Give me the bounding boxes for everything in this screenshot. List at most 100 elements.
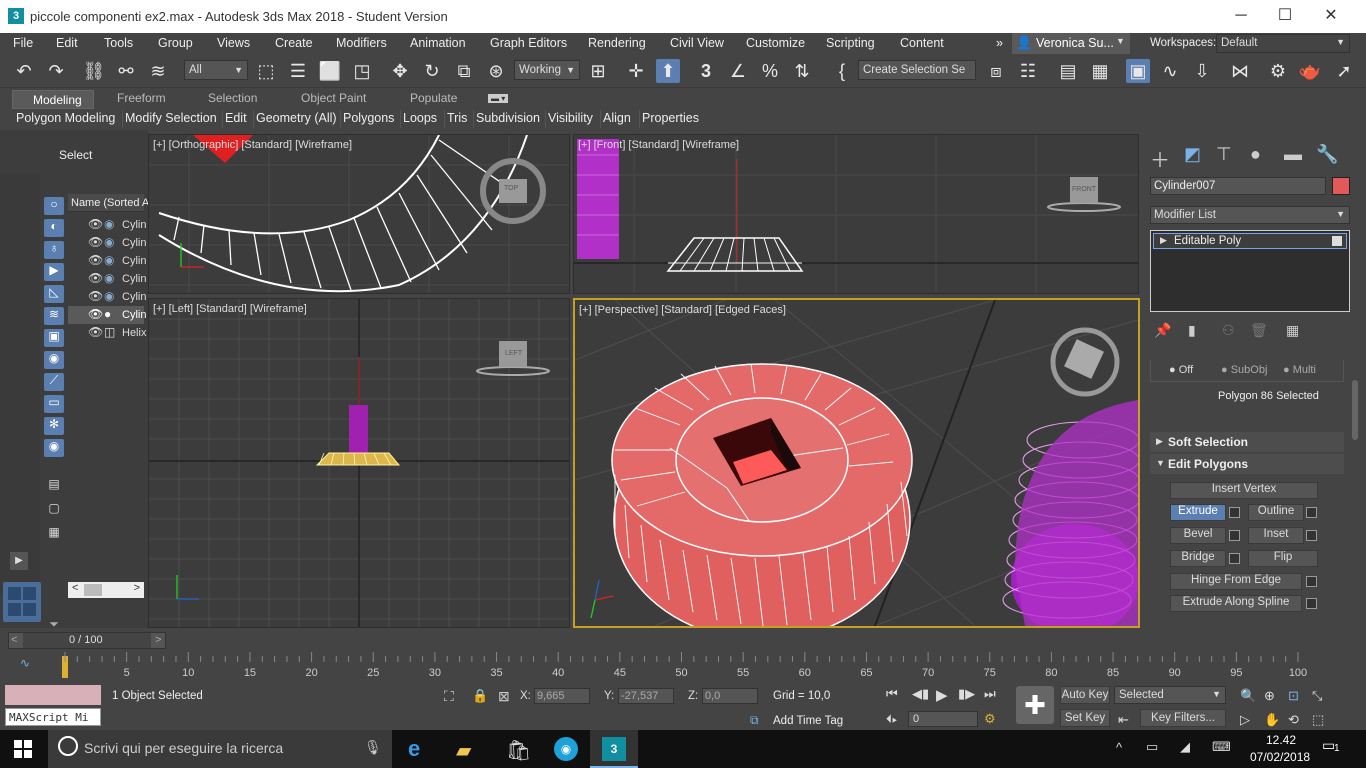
- make-unique-icon[interactable]: ⚇: [1222, 322, 1235, 339]
- previous-frame-icon[interactable]: ◀▮: [912, 686, 929, 702]
- modifier-list-dropdown[interactable]: Modifier List ▼: [1150, 206, 1350, 224]
- placement-icon[interactable]: ⊛: [484, 59, 508, 83]
- outline-settings-button[interactable]: [1306, 507, 1317, 518]
- selection-filter-dropdown[interactable]: All ▼: [184, 60, 248, 80]
- scene-column-header[interactable]: Name (Sorted A: [68, 194, 149, 212]
- bind-spacewarp-icon[interactable]: ≋: [146, 59, 170, 83]
- windows-start-icon[interactable]: [14, 740, 32, 758]
- menu-views[interactable]: Views: [217, 36, 250, 50]
- expand-panel-icon[interactable]: ▶: [10, 552, 28, 570]
- window-crossing-icon[interactable]: ◳: [350, 59, 374, 83]
- viewcube-left-face[interactable]: LEFT: [505, 350, 522, 357]
- zoom-extents-all-icon[interactable]: ⤡: [1312, 688, 1322, 704]
- time-slider[interactable]: < 0 / 100 >: [8, 632, 166, 649]
- tab-freeform[interactable]: Freeform: [117, 91, 166, 105]
- reference-coord-dropdown[interactable]: Working ▼: [514, 60, 580, 80]
- tab-populate[interactable]: Populate: [410, 91, 457, 105]
- radio-subobj[interactable]: ● SubObj: [1221, 364, 1267, 376]
- maximize-button[interactable]: ☐: [1262, 4, 1308, 28]
- radio-off[interactable]: ● Off: [1169, 364, 1193, 376]
- display-xrefs-icon[interactable]: ◉: [44, 351, 64, 369]
- align-icon[interactable]: ☷: [1016, 59, 1040, 83]
- rollout-soft-selection[interactable]: ▶ Soft Selection: [1150, 432, 1344, 452]
- ribbon-properties[interactable]: Properties: [639, 110, 701, 128]
- menu-animation[interactable]: Animation: [410, 36, 466, 50]
- link-icon[interactable]: ⛓: [82, 59, 106, 83]
- maxscript-listener[interactable]: [5, 685, 101, 705]
- user-account[interactable]: 👤 Veronica Su... ▼: [1012, 33, 1130, 54]
- select-object-icon[interactable]: ⬚: [254, 59, 278, 83]
- panel-scrollbar[interactable]: [1352, 380, 1358, 440]
- rect-selection-icon[interactable]: ⬜: [318, 59, 342, 83]
- stack-item-toggle[interactable]: [1332, 236, 1342, 246]
- auto-key-button[interactable]: Auto Key: [1060, 686, 1110, 704]
- time-slider-prev-icon[interactable]: <: [11, 634, 17, 646]
- battery-icon[interactable]: ▭: [1146, 739, 1158, 755]
- keyboard-shortcut-override-icon[interactable]: ⬆: [656, 59, 680, 83]
- display-spacewarps-icon[interactable]: ≋: [44, 307, 64, 325]
- rollout-edit-polygons[interactable]: ▼ Edit Polygons: [1150, 454, 1344, 474]
- viewport-layout-icon[interactable]: [3, 582, 41, 622]
- display-geometry-icon[interactable]: ○: [44, 197, 64, 215]
- isolate-selection-icon[interactable]: ⛶: [444, 688, 454, 705]
- modify-tab-icon[interactable]: ◩: [1184, 144, 1201, 165]
- stack-item-editable-poly[interactable]: ▶ Editable Poly: [1153, 233, 1347, 249]
- mirror-icon[interactable]: ⧈: [984, 59, 1008, 83]
- object-color-swatch[interactable]: [1332, 177, 1350, 195]
- inset-settings-button[interactable]: [1306, 530, 1317, 541]
- extrude-button[interactable]: Extrude: [1170, 504, 1226, 521]
- rotate-icon[interactable]: ↻: [420, 59, 444, 83]
- list-view-icon[interactable]: ▤: [45, 477, 63, 493]
- layer-explorer-icon[interactable]: ▦: [1088, 59, 1112, 83]
- display-shapes-icon[interactable]: ◐: [44, 219, 64, 237]
- tab-modeling[interactable]: Modeling: [12, 90, 94, 109]
- select-all-icon[interactable]: ▢: [45, 501, 63, 517]
- inset-button[interactable]: Inset: [1248, 527, 1304, 544]
- select-manipulate-icon[interactable]: ✛: [624, 59, 648, 83]
- list-item[interactable]: 👁 ◉ Cylin: [68, 252, 146, 270]
- viewport-front-label[interactable]: [+] [Front] [Standard] [Wireframe]: [578, 139, 739, 151]
- file-explorer-icon[interactable]: ▰: [456, 738, 471, 763]
- render-icon[interactable]: ➚: [1332, 59, 1356, 83]
- absolute-mode-icon[interactable]: ⊠: [498, 688, 510, 705]
- show-end-result-icon[interactable]: ▮: [1188, 322, 1196, 339]
- radio-multi[interactable]: ● Multi: [1283, 364, 1316, 376]
- display-particles-icon[interactable]: ✻: [44, 417, 64, 435]
- ribbon-modify-selection[interactable]: Modify Selection: [122, 110, 219, 128]
- selection-lock-icon[interactable]: 🔒: [472, 688, 488, 704]
- utilities-tab-icon[interactable]: 🔧: [1316, 144, 1338, 165]
- display-tab-icon[interactable]: ▬: [1284, 144, 1302, 165]
- keyboard-icon[interactable]: ⌨: [1212, 739, 1231, 755]
- ribbon-visibility[interactable]: Visibility: [545, 110, 595, 128]
- list-item[interactable]: 👁 ◫ Helix: [68, 324, 146, 342]
- object-name-field[interactable]: Cylinder007: [1150, 177, 1326, 195]
- action-center-icon[interactable]: ▭ 1: [1322, 737, 1346, 761]
- menu-file[interactable]: File: [13, 36, 33, 50]
- edge-browser-icon[interactable]: e: [408, 736, 420, 762]
- ribbon-align[interactable]: Align: [600, 110, 633, 128]
- list-item[interactable]: 👁 ◉ Cylin: [68, 270, 146, 288]
- display-lights-icon[interactable]: ♁: [44, 241, 64, 259]
- microphone-icon[interactable]: 🎙: [364, 739, 382, 756]
- visibility-eye-icon[interactable]: 👁: [88, 253, 103, 267]
- curve-editor-icon[interactable]: ∿: [1158, 59, 1182, 83]
- visibility-eye-icon[interactable]: 👁: [88, 271, 103, 285]
- menu-graph-editors[interactable]: Graph Editors: [490, 36, 567, 50]
- menu-group[interactable]: Group: [158, 36, 193, 50]
- menu-scripting[interactable]: Scripting: [826, 36, 875, 50]
- x-coordinate-field[interactable]: 9,665: [534, 688, 590, 704]
- hinge-settings-button[interactable]: [1306, 576, 1317, 587]
- time-config-icon[interactable]: ⚙: [984, 711, 996, 727]
- flip-button[interactable]: Flip: [1248, 550, 1318, 567]
- extrude-settings-button[interactable]: [1229, 507, 1240, 518]
- select-by-name-icon[interactable]: ☰: [286, 59, 310, 83]
- taskbar-time[interactable]: 12.42: [1266, 733, 1296, 747]
- list-item[interactable]: 👁 ◉ Cylin: [68, 216, 146, 234]
- display-groups-icon[interactable]: ▣: [44, 329, 64, 347]
- taskbar-search[interactable]: Scrivi qui per eseguire la ricerca 🎙: [48, 730, 392, 768]
- menu-modifiers[interactable]: Modifiers: [336, 36, 387, 50]
- zoom-extents-icon[interactable]: ⊡: [1288, 688, 1299, 704]
- ribbon-polygon-modeling[interactable]: Polygon Modeling: [14, 110, 117, 128]
- show-hidden-icons[interactable]: ^: [1116, 740, 1122, 755]
- add-time-tag[interactable]: Add Time Tag: [773, 715, 843, 727]
